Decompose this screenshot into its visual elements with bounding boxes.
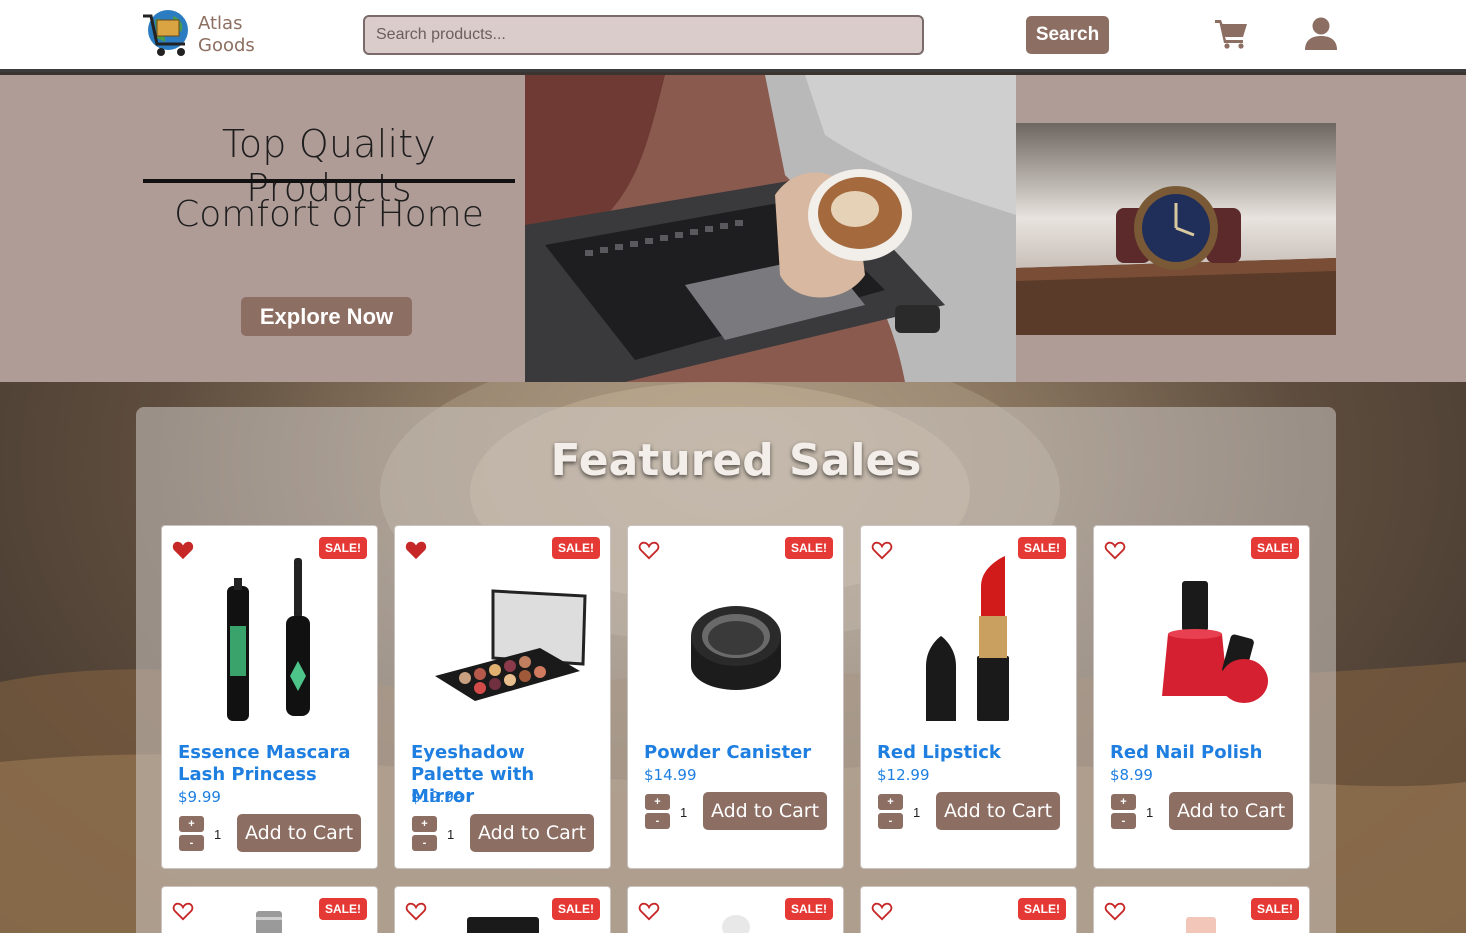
quantity-value: 1	[913, 805, 921, 820]
eyeshadow-palette-product-image	[435, 589, 587, 701]
shopping-cart-icon[interactable]	[1214, 19, 1248, 49]
powder-canister-product-image	[691, 606, 781, 690]
wristwatch-photo	[1016, 123, 1336, 335]
quantity-increase-button[interactable]: +	[878, 794, 903, 810]
quantity-decrease-button[interactable]: -	[179, 835, 204, 851]
quantity-stepper: + -	[412, 816, 437, 854]
product-image-partial	[1186, 917, 1216, 933]
product-image-partial	[467, 917, 539, 933]
sale-badge: SALE!	[319, 898, 367, 920]
hero-banner: Top Quality Products Comfort of Home Exp…	[0, 75, 1466, 382]
quantity-value: 1	[680, 805, 688, 820]
brand-name-line2: Goods	[198, 35, 255, 56]
favorite-heart-outline-icon[interactable]	[172, 901, 194, 921]
brand-name-line1: Atlas	[198, 13, 243, 34]
sale-badge: SALE!	[552, 898, 600, 920]
mascara-product-image	[227, 558, 310, 721]
quantity-decrease-button[interactable]: -	[1111, 813, 1136, 829]
product-card[interactable]: SALE!	[161, 886, 378, 933]
quantity-decrease-button[interactable]: -	[645, 813, 670, 829]
sale-badge: SALE!	[1018, 898, 1066, 920]
quantity-stepper: + -	[878, 794, 903, 832]
product-price: $14.99	[644, 766, 697, 784]
add-to-cart-button[interactable]: Add to Cart	[936, 792, 1060, 830]
product-name[interactable]: Red Lipstick	[877, 742, 1067, 764]
site-header: Atlas Goods Search	[0, 0, 1466, 72]
explore-now-button[interactable]: Explore Now	[241, 297, 412, 336]
favorite-heart-outline-icon[interactable]	[871, 901, 893, 921]
quantity-decrease-button[interactable]: -	[878, 813, 903, 829]
hero-divider	[143, 179, 515, 183]
quantity-increase-button[interactable]: +	[412, 816, 437, 832]
quantity-value: 1	[447, 827, 455, 842]
product-card[interactable]: SALE! Eyeshadow Palette with Mirror $19.…	[394, 525, 611, 869]
product-image-partial	[722, 915, 750, 933]
quantity-increase-button[interactable]: +	[645, 794, 670, 810]
quantity-value: 1	[1146, 805, 1154, 820]
sale-badge: SALE!	[785, 898, 833, 920]
brand-name: Atlas Goods	[198, 13, 255, 57]
favorite-heart-outline-icon[interactable]	[1104, 901, 1126, 921]
red-lipstick-product-image	[926, 556, 1009, 721]
add-to-cart-button[interactable]: Add to Cart	[470, 814, 594, 852]
quantity-value: 1	[214, 827, 222, 842]
favorite-heart-outline-icon[interactable]	[638, 901, 660, 921]
featured-section-background: Featured Sales SALE! Essence Mascara Las…	[0, 382, 1466, 933]
product-price: $12.99	[877, 766, 930, 784]
laptop-coffee-photo	[525, 75, 1016, 382]
product-name[interactable]: Essence Mascara Lash Princess	[178, 742, 368, 786]
add-to-cart-button[interactable]: Add to Cart	[1169, 792, 1293, 830]
search-button[interactable]: Search	[1026, 16, 1109, 54]
product-card[interactable]: SALE!	[1093, 886, 1310, 933]
product-price: $9.99	[178, 788, 221, 806]
product-price: $8.99	[1110, 766, 1153, 784]
product-card[interactable]: SALE!	[627, 886, 844, 933]
hero-subtitle: Comfort of Home	[174, 194, 484, 235]
red-nail-polish-product-image	[1162, 581, 1268, 703]
quantity-stepper: + -	[1111, 794, 1136, 832]
quantity-stepper: + -	[179, 816, 204, 854]
product-image-partial	[256, 911, 282, 933]
quantity-stepper: + -	[645, 794, 670, 832]
product-card[interactable]: SALE! Powder Canister $14.99 + - 1 Add t…	[627, 525, 844, 869]
product-card[interactable]: SALE!	[394, 886, 611, 933]
brand-logo[interactable]: Atlas Goods	[137, 6, 261, 64]
favorite-heart-outline-icon[interactable]	[405, 901, 427, 921]
quantity-decrease-button[interactable]: -	[412, 835, 437, 851]
product-card[interactable]: SALE! Red Lipstick $12.99 + - 1 Add to C…	[860, 525, 1077, 869]
product-card[interactable]: SALE! Red Nail Polish $8.99 + - 1 Add to…	[1093, 525, 1310, 869]
search-input[interactable]	[363, 15, 924, 55]
featured-sales-title: Featured Sales	[550, 435, 922, 486]
user-account-icon[interactable]	[1305, 17, 1337, 51]
quantity-increase-button[interactable]: +	[1111, 794, 1136, 810]
globe-cart-logo-icon	[143, 10, 188, 56]
product-name[interactable]: Powder Canister	[644, 742, 834, 764]
product-card[interactable]: SALE! Essence Mascara Lash Princess $9.9…	[161, 525, 378, 869]
add-to-cart-button[interactable]: Add to Cart	[703, 792, 827, 830]
add-to-cart-button[interactable]: Add to Cart	[237, 814, 361, 852]
quantity-increase-button[interactable]: +	[179, 816, 204, 832]
sale-badge: SALE!	[1251, 898, 1299, 920]
product-name[interactable]: Red Nail Polish	[1110, 742, 1300, 764]
product-price: $19.99	[411, 788, 464, 806]
product-card[interactable]: SALE!	[860, 886, 1077, 933]
